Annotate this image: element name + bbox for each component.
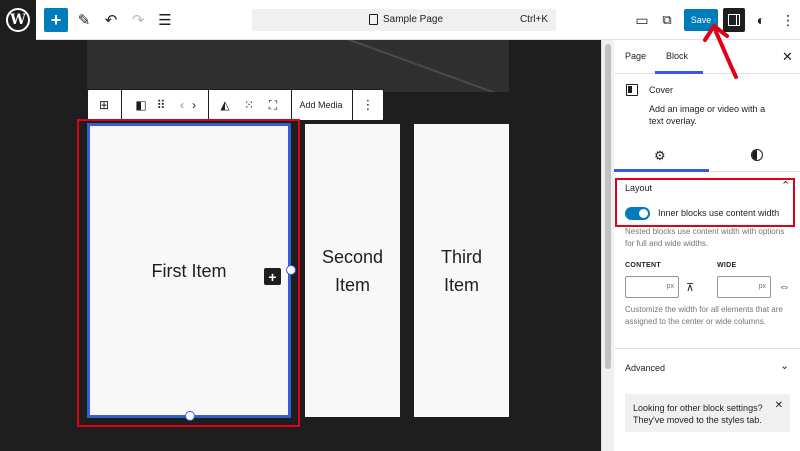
contrast-triangle-icon[interactable]: ◭ <box>216 90 234 120</box>
list-view-icon[interactable]: ☰ <box>153 8 177 32</box>
redo-icon[interactable]: ↷ <box>126 8 150 32</box>
styles-notice: Looking for other block settings? They'v… <box>625 394 790 432</box>
toolbar-separator <box>208 90 209 120</box>
tab-block[interactable]: Block <box>666 51 688 61</box>
drag-handle-icon[interactable]: ⠿ <box>154 90 168 120</box>
add-block-button[interactable]: + <box>44 8 68 32</box>
undo-icon[interactable]: ↶ <box>99 8 123 32</box>
command-shortcut: Ctrl+K <box>519 14 548 25</box>
wide-width-label: WIDE <box>717 262 737 269</box>
justify-stretch-icon[interactable]: ⇔ <box>779 281 790 293</box>
settings-sidebar: Page Block ✕ Cover Add an image or video… <box>614 40 800 451</box>
editor-canvas[interactable]: ⊞ ◧ ⠿ ‹ › ◭ ⁙ ⛶ Add Media ⋮ First Item S… <box>0 40 601 451</box>
hero-cover-block[interactable] <box>87 40 509 92</box>
styles-contrast-icon[interactable]: ◐ <box>749 8 773 32</box>
cover-icon[interactable]: ◧ <box>132 90 150 120</box>
unit-label[interactable]: px <box>667 283 674 290</box>
sidebar-tabs: Page Block ✕ <box>614 40 800 74</box>
tab-page[interactable]: Page <box>625 51 646 61</box>
settings-panel-icon <box>728 14 740 26</box>
chevron-down-icon[interactable]: ⌄ <box>780 359 789 372</box>
styles-contrast-icon[interactable] <box>751 149 763 161</box>
width-help-text: Customize the width for all elements tha… <box>625 305 783 326</box>
close-icon[interactable]: ✕ <box>782 49 793 65</box>
annotation-highlight-layout <box>615 178 795 227</box>
settings-panel-button[interactable] <box>723 8 745 32</box>
wordpress-logo-icon[interactable]: W <box>0 0 36 40</box>
panel-divider <box>614 348 800 349</box>
annotation-highlight-cover <box>77 119 300 427</box>
scrollbar-thumb[interactable] <box>605 44 611 369</box>
content-width-input[interactable]: px <box>625 276 679 298</box>
layout-help-text: Nested blocks use content width with opt… <box>625 227 785 248</box>
focal-point-icon[interactable]: ⁙ <box>240 90 258 120</box>
active-tab-indicator <box>655 71 703 74</box>
toolbar-separator <box>121 90 122 120</box>
add-media-button[interactable]: Add Media <box>296 90 346 120</box>
toolbar-separator <box>291 90 292 120</box>
block-card-description: Add an image or video with a text overla… <box>649 104 766 126</box>
external-link-icon[interactable]: ⧉ <box>655 8 679 32</box>
more-vertical-icon[interactable]: ⋮ <box>358 90 378 120</box>
more-vertical-icon[interactable]: ⋮ <box>776 8 800 32</box>
unit-label[interactable]: px <box>759 283 766 290</box>
decorative-line <box>347 40 509 92</box>
block-toolbar: ⊞ ◧ ⠿ ‹ › ◭ ⁙ ⛶ Add Media ⋮ <box>87 89 384 121</box>
document-bar[interactable]: Sample Page Ctrl+K <box>252 9 556 31</box>
cover-text[interactable]: Second Item <box>318 243 388 299</box>
active-subtab-indicator <box>614 169 709 172</box>
save-button[interactable]: Save <box>684 9 718 31</box>
cover-block-second[interactable]: Second Item <box>305 124 400 417</box>
content-width-label: CONTENT <box>625 262 661 269</box>
block-card: Cover Add an image or video with a text … <box>614 75 800 139</box>
canvas-scrollbar[interactable] <box>601 40 614 451</box>
fullscreen-icon[interactable]: ⛶ <box>264 90 282 120</box>
justify-center-icon[interactable]: ⊼ <box>686 281 694 294</box>
pencil-icon[interactable]: ✎ <box>72 8 96 32</box>
chevron-left-icon[interactable]: ‹ <box>176 90 188 120</box>
document-icon <box>369 14 378 25</box>
top-toolbar: W + ✎ ↶ ↷ ☰ Sample Page Ctrl+K ▭ ⧉ Save … <box>0 0 800 40</box>
desktop-preview-icon[interactable]: ▭ <box>630 8 654 32</box>
grid-icon[interactable]: ⊞ <box>94 90 114 120</box>
block-card-title: Cover <box>649 85 674 95</box>
chevron-right-icon[interactable]: › <box>188 90 200 120</box>
document-title: Sample Page <box>383 14 444 25</box>
cover-icon <box>626 84 638 96</box>
advanced-panel-heading[interactable]: Advanced <box>625 363 665 373</box>
cover-text[interactable]: Third Item <box>432 243 492 299</box>
cover-block-third[interactable]: Third Item <box>414 124 509 417</box>
close-icon[interactable]: ✕ <box>775 400 783 412</box>
inspector-subtabs: ⚙ <box>614 140 800 172</box>
wide-width-input[interactable]: px <box>717 276 771 298</box>
gear-icon[interactable]: ⚙ <box>654 148 666 164</box>
toolbar-separator <box>352 90 353 120</box>
notice-text: Looking for other block settings? They'v… <box>633 403 763 425</box>
